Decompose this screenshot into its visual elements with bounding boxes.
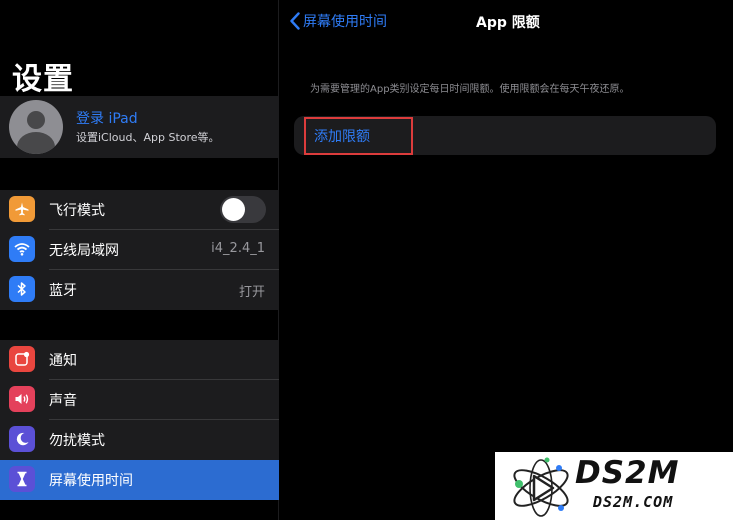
settings-sidebar: 设置 登录 iPad 设置iCloud、App Store等。 飞行模式 无线局… [0, 0, 279, 520]
sidebar-item-label: 通知 [49, 353, 77, 369]
sidebar-item-bluetooth[interactable]: 蓝牙 打开 [0, 270, 279, 310]
account-title: 登录 iPad [76, 111, 138, 127]
sidebar-title: 设置 [12, 62, 74, 97]
back-button[interactable]: 屏幕使用时间 [290, 11, 387, 31]
settings-group-general: 通知 声音 勿扰模式 屏幕使用时间 [0, 340, 279, 500]
add-limit-card: 添加限额 [294, 116, 716, 155]
airplane-mode-toggle[interactable] [220, 196, 266, 223]
hourglass-icon [9, 466, 35, 492]
atom-logo-icon [513, 457, 569, 517]
sidebar-item-screen-time[interactable]: 屏幕使用时间 [0, 460, 279, 500]
sidebar-item-label: 蓝牙 [49, 283, 77, 299]
account-subtitle: 设置iCloud、App Store等。 [76, 131, 220, 144]
wifi-icon [9, 236, 35, 262]
watermark-url: DS2M.COM [593, 493, 674, 511]
avatar [9, 100, 63, 154]
account-sign-in-row[interactable]: 登录 iPad 设置iCloud、App Store等。 [0, 96, 279, 158]
add-limit-button[interactable]: 添加限额 [314, 126, 370, 146]
app-limits-panel: 屏幕使用时间 App 限额 为需要管理的App类别设定每日时间限额。使用限额会在… [280, 0, 733, 520]
sidebar-item-sounds[interactable]: 声音 [0, 380, 279, 420]
notifications-icon [9, 346, 35, 372]
sidebar-item-label: 无线局域网 [49, 243, 119, 259]
sidebar-item-label: 声音 [49, 393, 77, 409]
app-limits-description: 为需要管理的App类别设定每日时间限额。使用限额会在每天午夜还原。 [310, 84, 630, 95]
sidebar-item-label: 屏幕使用时间 [49, 473, 133, 489]
page-title: App 限额 [476, 15, 540, 31]
watermark: DS2M DS2M.COM [495, 452, 733, 520]
wifi-network-name: i4_2.4_1 [211, 241, 265, 256]
bluetooth-status: 打开 [238, 285, 265, 300]
sidebar-item-label: 飞行模式 [49, 203, 105, 219]
chevron-left-icon [290, 12, 300, 30]
sidebar-item-wifi[interactable]: 无线局域网 i4_2.4_1 [0, 230, 279, 270]
moon-icon [9, 426, 35, 452]
sidebar-item-label: 勿扰模式 [49, 433, 105, 449]
airplane-icon [9, 196, 35, 222]
sidebar-item-do-not-disturb[interactable]: 勿扰模式 [0, 420, 279, 460]
sidebar-item-airplane-mode[interactable]: 飞行模式 [0, 190, 279, 230]
sidebar-item-notifications[interactable]: 通知 [0, 340, 279, 380]
settings-group-connectivity: 飞行模式 无线局域网 i4_2.4_1 蓝牙 打开 [0, 190, 279, 310]
sound-icon [9, 386, 35, 412]
bluetooth-icon [9, 276, 35, 302]
watermark-text: DS2M [575, 455, 680, 491]
back-button-label: 屏幕使用时间 [303, 14, 387, 30]
